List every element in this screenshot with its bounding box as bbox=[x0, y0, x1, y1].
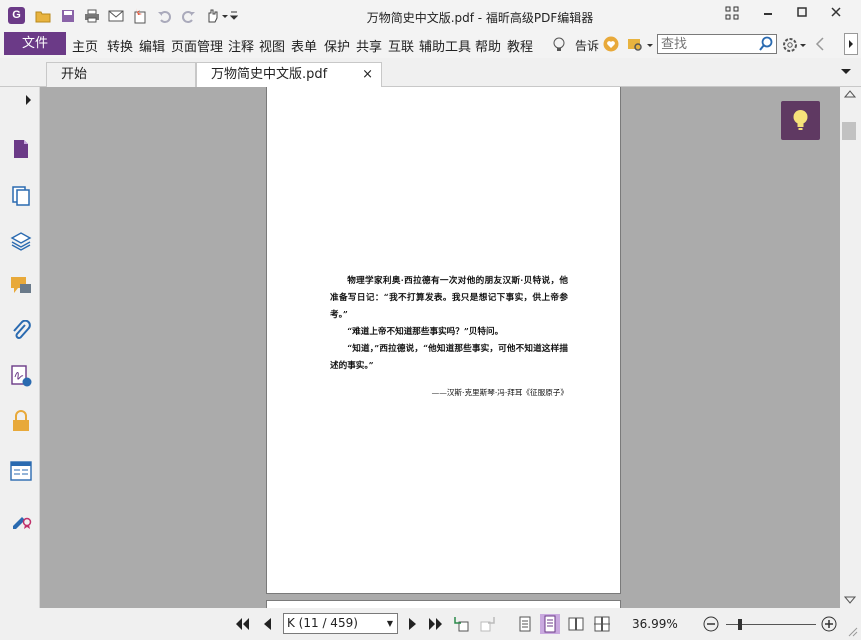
search-options-icon[interactable] bbox=[627, 37, 653, 53]
zoom-in-icon[interactable] bbox=[821, 616, 837, 632]
menu-convert[interactable]: 转换 bbox=[107, 36, 133, 55]
print-icon[interactable] bbox=[84, 8, 100, 24]
page-number-value: K (11 / 459) bbox=[287, 616, 358, 630]
window-title: 万物简史中文版.pdf - 福昕高级PDF编辑器 bbox=[366, 11, 594, 25]
zoom-level[interactable]: 36.99% bbox=[632, 617, 678, 631]
close-icon[interactable] bbox=[826, 6, 846, 24]
open-folder-icon[interactable] bbox=[35, 8, 51, 24]
signature-icon[interactable] bbox=[10, 365, 32, 387]
pages-icon[interactable] bbox=[10, 185, 32, 207]
lightbulb-icon bbox=[793, 110, 808, 130]
form-fields-icon[interactable] bbox=[10, 460, 32, 482]
vertical-scrollbar[interactable] bbox=[840, 87, 861, 608]
ribbon-scroll-right-icon[interactable] bbox=[844, 33, 858, 55]
menu-accessibility[interactable]: 辅助工具 bbox=[419, 36, 471, 55]
title-bar: G 万物简史中文版.pdf - 福昕高级PDF编辑器 bbox=[0, 0, 861, 32]
menu-share[interactable]: 共享 bbox=[356, 36, 382, 55]
menu-view[interactable]: 视图 bbox=[259, 36, 285, 55]
menu-home[interactable]: 主页 bbox=[72, 36, 98, 55]
qat-dropdown-icon[interactable] bbox=[220, 8, 238, 24]
page-thumbnail-icon[interactable] bbox=[10, 138, 32, 160]
close-tab-icon[interactable]: × bbox=[362, 63, 373, 87]
attribution: ——汉斯·克里斯琴·冯·拜耳《征服原子》 bbox=[431, 388, 568, 397]
status-bar: K (11 / 459) ▼ 36.99% bbox=[0, 608, 861, 640]
email-icon[interactable] bbox=[108, 8, 124, 24]
maximize-icon[interactable] bbox=[792, 6, 812, 24]
next-page-icon[interactable] bbox=[404, 616, 420, 632]
page-text-block: 物理学家利奥·西拉德有一次对他的朋友汉斯·贝特说，他准备写日记：“我不打算发表。… bbox=[330, 273, 568, 401]
certify-pen-icon[interactable] bbox=[10, 507, 32, 529]
layers-icon[interactable] bbox=[10, 230, 32, 252]
foxit-logo-icon[interactable]: G bbox=[8, 7, 25, 24]
previous-page-icon[interactable] bbox=[260, 616, 276, 632]
minimize-icon[interactable] bbox=[758, 6, 778, 24]
tips-lightbulb-button[interactable] bbox=[781, 101, 820, 140]
resize-grip-icon[interactable] bbox=[846, 625, 858, 637]
hand-tool-icon[interactable] bbox=[204, 8, 220, 24]
menu-tutorial[interactable]: 教程 bbox=[507, 36, 533, 55]
redo-icon[interactable] bbox=[180, 8, 196, 24]
tell-me-label[interactable]: 告诉 bbox=[575, 37, 599, 54]
first-page-icon[interactable] bbox=[234, 616, 250, 632]
paragraph: “难道上帝不知道那些事实吗？”贝特问。 bbox=[347, 327, 504, 337]
menu-protect[interactable]: 保护 bbox=[324, 36, 350, 55]
settings-gear-icon[interactable] bbox=[782, 36, 808, 54]
tab-document-label: 万物简史中文版.pdf bbox=[211, 67, 328, 82]
feedback-heart-icon[interactable] bbox=[603, 36, 619, 52]
file-menu-button[interactable]: 文件 bbox=[4, 32, 66, 55]
save-icon[interactable] bbox=[60, 8, 76, 24]
pdf-page: 物理学家利奥·西拉德有一次对他的朋友汉斯·贝特说，他准备写日记：“我不打算发表。… bbox=[266, 87, 621, 594]
single-page-view-icon[interactable] bbox=[517, 616, 533, 632]
scroll-up-icon[interactable] bbox=[844, 89, 856, 99]
undo-icon[interactable] bbox=[157, 8, 173, 24]
search-icon[interactable] bbox=[758, 36, 774, 52]
menu-comment[interactable]: 注释 bbox=[228, 36, 254, 55]
search-field[interactable] bbox=[657, 34, 777, 54]
menu-bar: 文件 主页 转换 编辑 页面管理 注释 视图 表单 保护 共享 互联 辅助工具 … bbox=[0, 32, 861, 58]
menu-edit[interactable]: 编辑 bbox=[139, 36, 165, 55]
tab-list-dropdown-icon[interactable] bbox=[840, 67, 852, 77]
zoom-out-icon[interactable] bbox=[703, 616, 719, 632]
search-input[interactable] bbox=[658, 35, 754, 53]
app-window: G 万物简史中文版.pdf - 福昕高级PDF编辑器 文件 主页 转换 编辑 页… bbox=[0, 0, 861, 640]
menu-page-management[interactable]: 页面管理 bbox=[171, 36, 223, 55]
chevron-down-icon[interactable]: ▼ bbox=[387, 614, 393, 633]
zoom-slider-handle[interactable] bbox=[738, 619, 742, 630]
tab-bar: 开始 万物简史中文版.pdf × bbox=[0, 58, 861, 87]
tab-document[interactable]: 万物简史中文版.pdf × bbox=[196, 62, 382, 87]
scrollbar-thumb[interactable] bbox=[842, 122, 856, 140]
expand-panel-icon[interactable] bbox=[24, 94, 34, 106]
lightbulb-icon[interactable] bbox=[552, 37, 566, 53]
last-page-icon[interactable] bbox=[428, 616, 444, 632]
tab-start-label: 开始 bbox=[61, 67, 88, 82]
next-pdf-page bbox=[266, 600, 621, 608]
menu-form[interactable]: 表单 bbox=[291, 36, 317, 55]
tab-start[interactable]: 开始 bbox=[46, 62, 196, 87]
next-view-icon[interactable] bbox=[480, 616, 496, 632]
new-icon[interactable] bbox=[132, 8, 148, 24]
menu-help[interactable]: 帮助 bbox=[475, 36, 501, 55]
paragraph: “知道，”西拉德说，“他知道那些事实，可他不知道这样描述的事实。” bbox=[330, 344, 568, 371]
navigation-panel bbox=[0, 87, 44, 608]
attachments-icon[interactable] bbox=[10, 320, 32, 342]
facing-page-view-icon[interactable] bbox=[568, 616, 584, 632]
zoom-slider[interactable] bbox=[726, 619, 816, 630]
continuous-page-view-icon[interactable] bbox=[540, 614, 560, 634]
continuous-facing-view-icon[interactable] bbox=[594, 616, 610, 632]
ribbon-scroll-left-icon[interactable] bbox=[815, 37, 825, 51]
comments-icon[interactable] bbox=[10, 275, 32, 297]
page-number-field[interactable]: K (11 / 459) ▼ bbox=[283, 613, 398, 634]
ribbon-display-icon[interactable] bbox=[722, 6, 742, 24]
security-lock-icon[interactable] bbox=[10, 410, 32, 432]
menu-connect[interactable]: 互联 bbox=[388, 36, 414, 55]
document-view[interactable]: 物理学家利奥·西拉德有一次对他的朋友汉斯·贝特说，他准备写日记：“我不打算发表。… bbox=[40, 87, 840, 608]
scroll-down-icon[interactable] bbox=[844, 595, 856, 605]
previous-view-icon[interactable] bbox=[453, 616, 469, 632]
paragraph: 物理学家利奥·西拉德有一次对他的朋友汉斯·贝特说，他准备写日记：“我不打算发表。… bbox=[330, 276, 568, 320]
